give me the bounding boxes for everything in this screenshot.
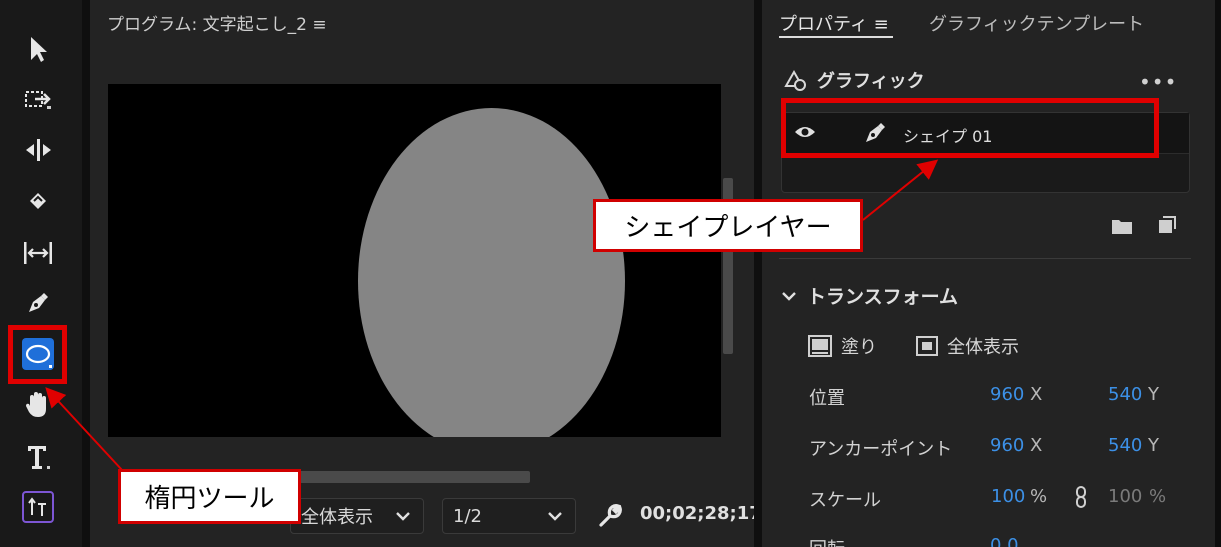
arrow-to-ellipse-tool xyxy=(45,387,123,471)
annotation-arrows xyxy=(45,159,939,471)
shape-layer-callout: シェイプレイヤー xyxy=(593,199,863,252)
ellipse-tool-callout: 楕円ツール xyxy=(118,469,301,524)
arrow-to-shape-layer xyxy=(862,159,939,221)
